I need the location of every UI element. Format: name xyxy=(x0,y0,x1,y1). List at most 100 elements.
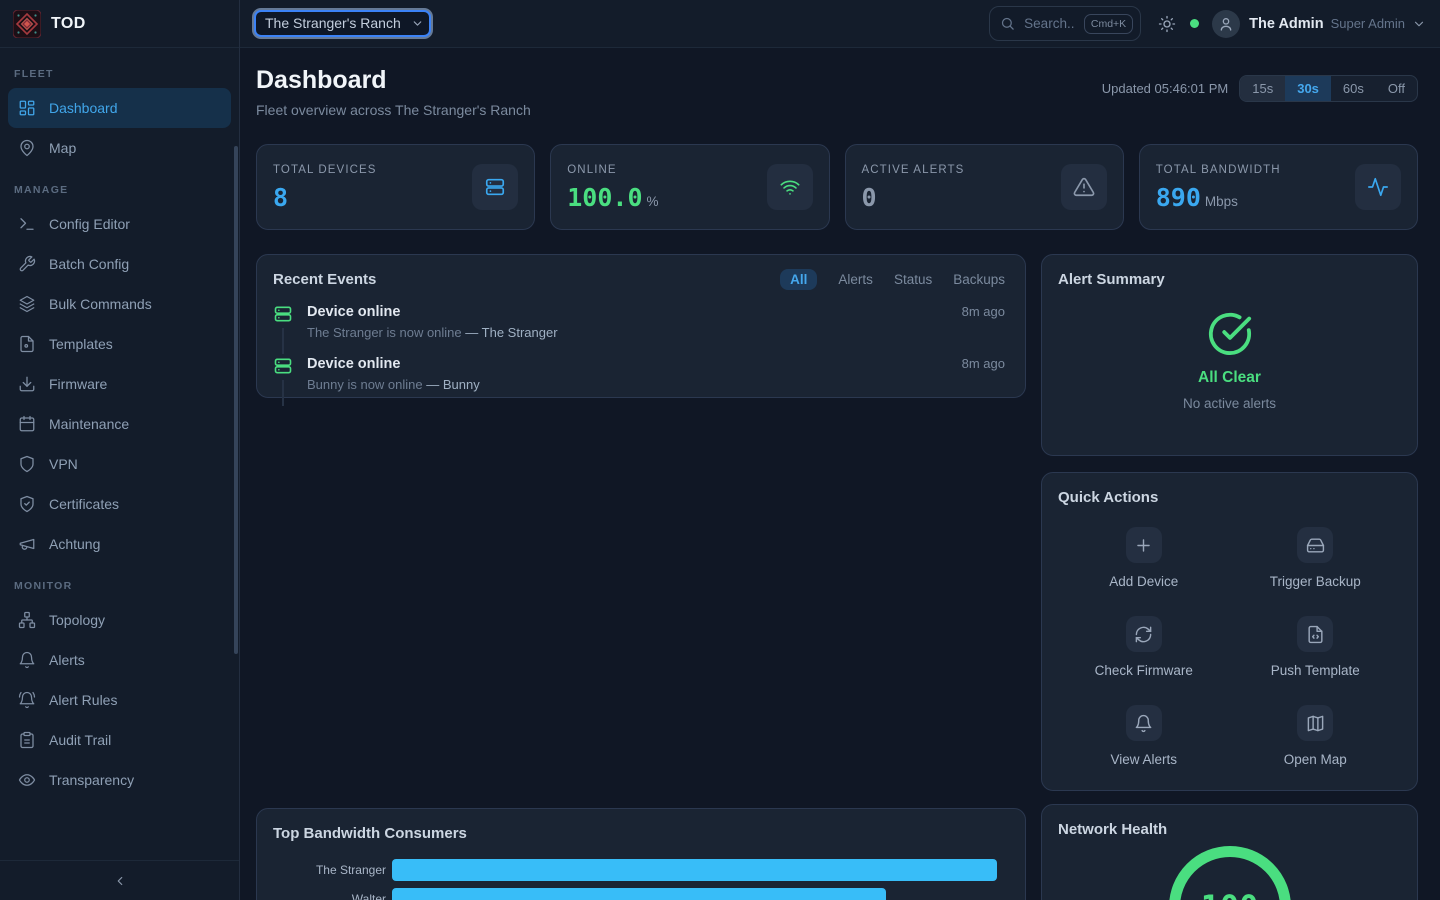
sidebar-item-map[interactable]: Map xyxy=(8,128,231,168)
search-icon xyxy=(1000,16,1015,31)
event-device: Bunny xyxy=(443,377,480,392)
event-filters: All Alerts Status Backups xyxy=(780,269,1005,290)
sidebar-item-alerts[interactable]: Alerts xyxy=(8,640,231,680)
stat-cards-row: TOTAL DEVICES 8 ONLINE 100.0% xyxy=(256,144,1418,230)
user-menu[interactable]: The Admin Super Admin xyxy=(1249,16,1426,32)
interval-30s-button[interactable]: 30s xyxy=(1285,76,1331,101)
download-icon xyxy=(18,375,36,393)
map-icon xyxy=(1297,705,1333,741)
interval-15s-button[interactable]: 15s xyxy=(1240,76,1285,101)
sidebar-item-transparency[interactable]: Transparency xyxy=(8,760,231,800)
sidebar-item-bulk-commands[interactable]: Bulk Commands xyxy=(8,284,231,324)
bandwidth-row: Walter xyxy=(273,888,1009,900)
search-shortcut-badge: Cmd+K xyxy=(1084,14,1133,34)
server-icon xyxy=(273,304,293,324)
sidebar-item-maintenance[interactable]: Maintenance xyxy=(8,404,231,444)
calendar-icon xyxy=(18,415,36,433)
sidebar-item-label: Templates xyxy=(49,336,113,352)
stat-value: 0 xyxy=(862,183,877,212)
add-device-button[interactable]: Add Device xyxy=(1058,527,1230,589)
sidebar-item-config-editor[interactable]: Config Editor xyxy=(8,204,231,244)
user-name: The Admin xyxy=(1249,16,1323,32)
bandwidth-device-label: Walter xyxy=(273,892,386,900)
page-head-left: Dashboard Fleet overview across The Stra… xyxy=(256,66,531,118)
refresh-icon xyxy=(1126,616,1162,652)
quick-action-label: Push Template xyxy=(1271,663,1360,678)
plus-icon xyxy=(1126,527,1162,563)
sidebar-item-audit-trail[interactable]: Audit Trail xyxy=(8,720,231,760)
top-bandwidth-title: Top Bandwidth Consumers xyxy=(273,825,1009,842)
network-icon xyxy=(18,611,36,629)
page-subtitle: Fleet overview across The Stranger's Ran… xyxy=(256,102,531,118)
file-template-icon xyxy=(18,335,36,353)
event-description: The Stranger is now online xyxy=(307,325,462,340)
chevron-down-icon xyxy=(1412,17,1426,31)
bandwidth-row: The Stranger xyxy=(273,859,1009,881)
quick-actions-panel: Quick Actions Add Device xyxy=(1041,472,1418,791)
filter-all[interactable]: All xyxy=(780,269,817,290)
sidebar-nav: FLEET Dashboard Map MANAGE Config Editor xyxy=(0,48,239,860)
page-head: Dashboard Fleet overview across The Stra… xyxy=(256,66,1418,118)
eye-icon xyxy=(18,771,36,789)
sidebar-item-label: Batch Config xyxy=(49,256,129,272)
sidebar-item-label: Config Editor xyxy=(49,216,130,232)
recent-events-title: Recent Events xyxy=(273,271,376,288)
page-head-right: Updated 05:46:01 PM 15s 30s 60s Off xyxy=(1102,75,1418,102)
sidebar-item-alert-rules[interactable]: Alert Rules xyxy=(8,680,231,720)
stat-label: ONLINE xyxy=(567,164,658,176)
quick-action-label: Trigger Backup xyxy=(1270,574,1361,589)
sidebar-collapse-button[interactable] xyxy=(0,860,239,900)
event-time: 8m ago xyxy=(962,356,1005,392)
view-alerts-button[interactable]: View Alerts xyxy=(1058,705,1230,767)
dashboard-columns: Recent Events All Alerts Status Backups xyxy=(256,254,1418,900)
recent-events-panel: Recent Events All Alerts Status Backups xyxy=(256,254,1026,398)
sidebar-item-label: Dashboard xyxy=(49,100,118,116)
sidebar-item-firmware[interactable]: Firmware xyxy=(8,364,231,404)
filter-status[interactable]: Status xyxy=(894,272,932,287)
search-input[interactable] xyxy=(1022,15,1077,32)
sidebar-item-templates[interactable]: Templates xyxy=(8,324,231,364)
left-column: Recent Events All Alerts Status Backups xyxy=(256,254,1026,900)
activity-icon xyxy=(1367,176,1389,198)
sidebar-item-dashboard[interactable]: Dashboard xyxy=(8,88,231,128)
site-selector[interactable]: The Stranger's Ranch xyxy=(254,10,431,37)
stat-unit: % xyxy=(647,194,659,209)
sidebar-item-label: Certificates xyxy=(49,496,119,512)
bell-ring-icon xyxy=(18,691,36,709)
event-row[interactable]: Device online The Stranger is now online… xyxy=(273,302,1005,354)
network-health-title: Network Health xyxy=(1058,821,1167,838)
event-row[interactable]: Device online Bunny is now online — Bunn… xyxy=(273,354,1005,406)
sidebar-item-batch-config[interactable]: Batch Config xyxy=(8,244,231,284)
sidebar-item-label: Topology xyxy=(49,612,105,628)
sidebar-scrollbar[interactable] xyxy=(234,146,238,654)
sidebar-item-topology[interactable]: Topology xyxy=(8,600,231,640)
app-name: TOD xyxy=(51,15,86,33)
network-health-gauge: 100 xyxy=(1169,846,1291,900)
interval-60s-button[interactable]: 60s xyxy=(1331,76,1376,101)
filter-backups[interactable]: Backups xyxy=(953,272,1005,287)
sidebar-item-certificates[interactable]: Certificates xyxy=(8,484,231,524)
bandwidth-bar xyxy=(392,888,886,900)
event-device: The Stranger xyxy=(482,325,558,340)
avatar[interactable] xyxy=(1212,10,1240,38)
sidebar-item-achtung[interactable]: Achtung xyxy=(8,524,231,564)
page-title: Dashboard xyxy=(256,66,531,95)
site-selector-wrap: The Stranger's Ranch xyxy=(254,10,431,37)
stat-value: 890 xyxy=(1156,183,1201,212)
theme-toggle-sun-icon[interactable] xyxy=(1158,15,1176,33)
refresh-interval-group: 15s 30s 60s Off xyxy=(1239,75,1418,102)
dashboard-grid-icon xyxy=(18,99,36,117)
wrench-icon xyxy=(18,255,36,273)
interval-off-button[interactable]: Off xyxy=(1376,76,1417,101)
open-map-button[interactable]: Open Map xyxy=(1230,705,1402,767)
quick-action-label: View Alerts xyxy=(1110,752,1177,767)
filter-alerts[interactable]: Alerts xyxy=(838,272,873,287)
event-description: Bunny is now online xyxy=(307,377,423,392)
push-template-button[interactable]: Push Template xyxy=(1230,616,1402,678)
shield-check-icon xyxy=(18,495,36,513)
trigger-backup-button[interactable]: Trigger Backup xyxy=(1230,527,1402,589)
check-firmware-button[interactable]: Check Firmware xyxy=(1058,616,1230,678)
sidebar-item-vpn[interactable]: VPN xyxy=(8,444,231,484)
map-pin-icon xyxy=(18,139,36,157)
alert-summary-panel: Alert Summary All Clear No active alerts xyxy=(1041,254,1418,456)
